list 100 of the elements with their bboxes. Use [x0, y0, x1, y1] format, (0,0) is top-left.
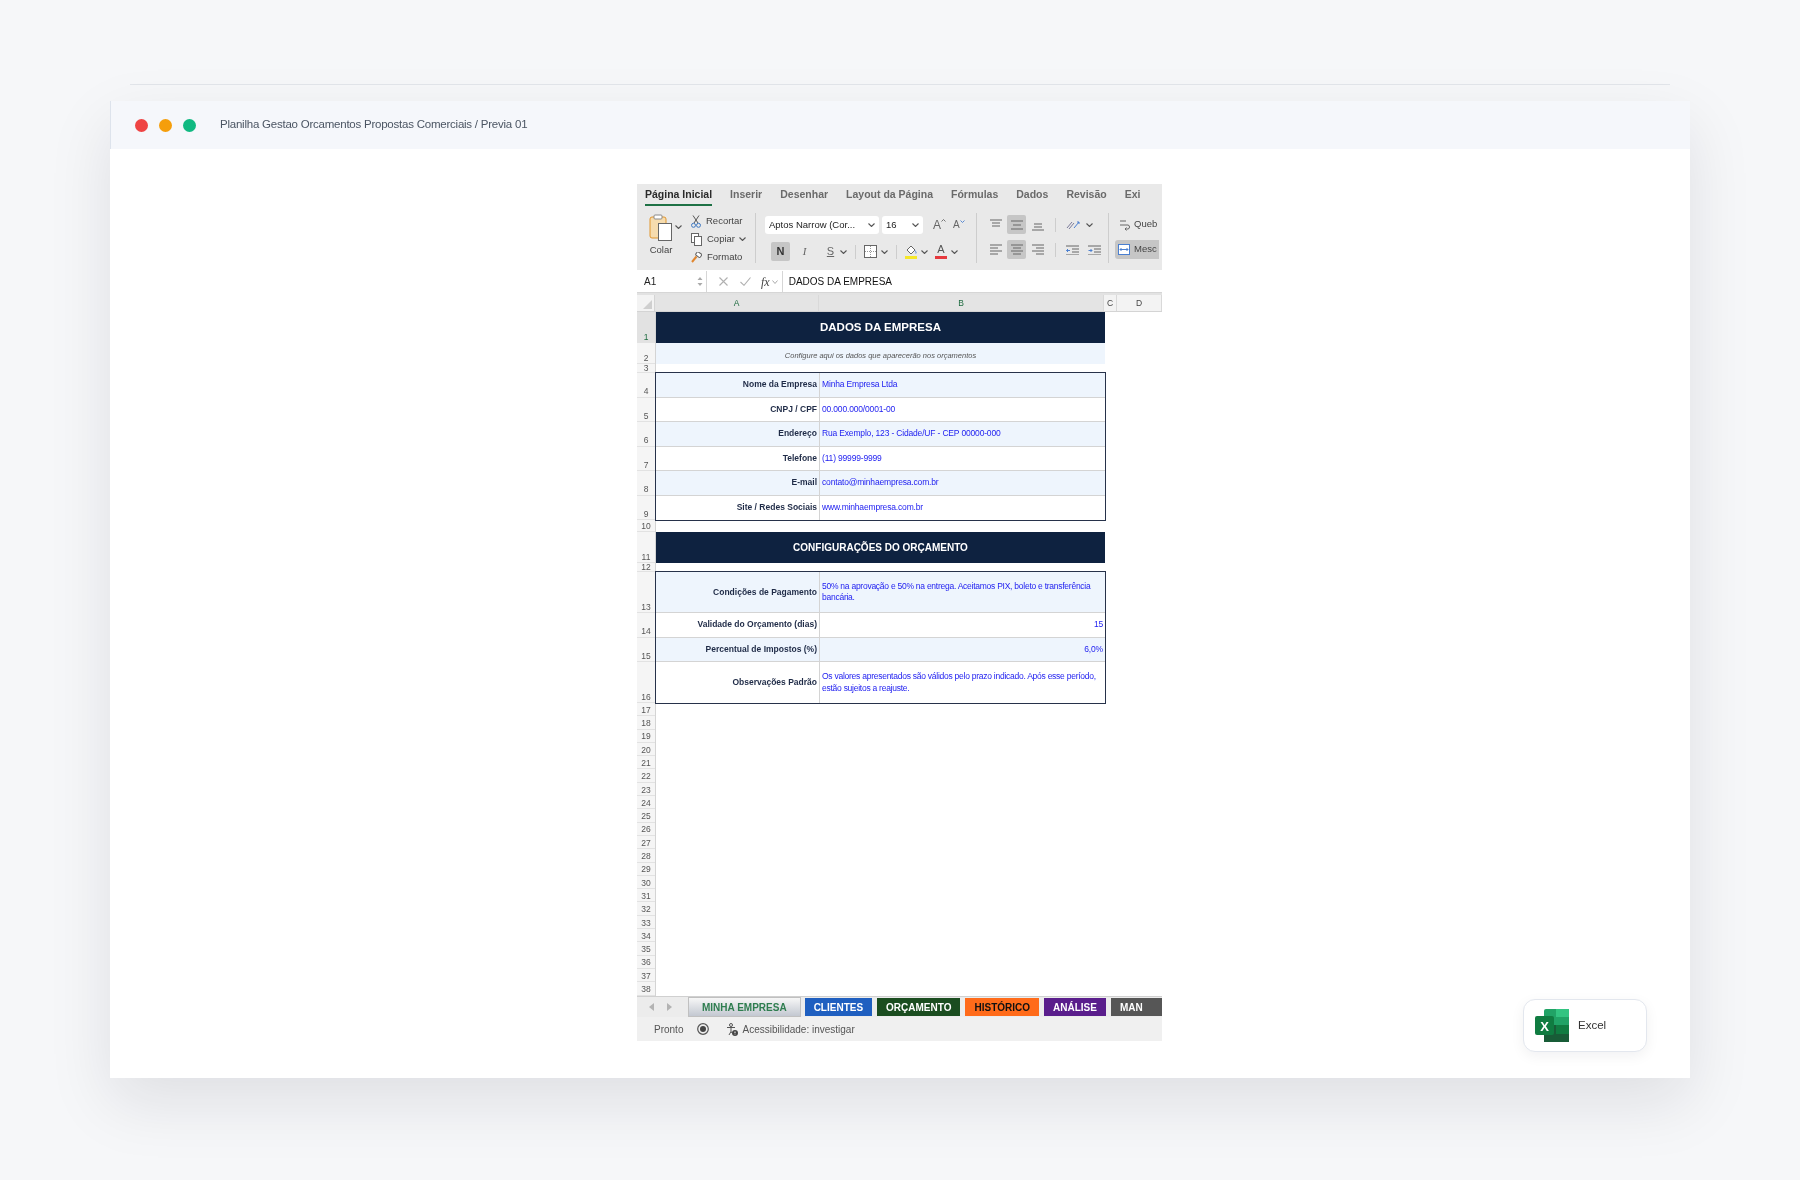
- maximize-button[interactable]: [183, 118, 196, 132]
- paste-options-button[interactable]: [675, 225, 682, 229]
- table-cell[interactable]: Condições de Pagamento: [656, 572, 820, 613]
- row-header[interactable]: 4: [637, 373, 655, 398]
- table-cell[interactable]: CNPJ / CPF: [656, 397, 820, 422]
- row-header[interactable]: 34: [637, 929, 655, 943]
- select-all-icon[interactable]: [643, 300, 652, 309]
- row-header[interactable]: 10: [637, 520, 655, 532]
- ribbon-tab[interactable]: Desenhar: [780, 184, 829, 206]
- table-cell[interactable]: 50% na aprovação e 50% na entrega. Aceitamos PIX, boleto e transferência bancária.: [820, 572, 1105, 613]
- column-header[interactable]: B: [819, 295, 1104, 311]
- row-header[interactable]: 26: [637, 822, 655, 836]
- table-cell[interactable]: Endereço: [656, 422, 820, 447]
- section-header[interactable]: DADOS DA EMPRESA: [656, 312, 1105, 343]
- table-cell[interactable]: 6,0%: [820, 637, 1105, 662]
- table-cell[interactable]: Nome da Empresa: [656, 373, 820, 398]
- row-header[interactable]: 6: [637, 422, 655, 447]
- row-header[interactable]: 27: [637, 835, 655, 850]
- borders-options-button[interactable]: [881, 249, 888, 254]
- column-header[interactable]: A: [655, 295, 819, 311]
- section-header[interactable]: CONFIGURAÇÕES DO ORÇAMENTO: [656, 532, 1105, 563]
- row-header[interactable]: 24: [637, 796, 655, 810]
- row-header[interactable]: 1: [637, 312, 655, 343]
- sheet-tab[interactable]: ORÇAMENTO: [877, 998, 961, 1016]
- font-color-button[interactable]: A: [935, 244, 947, 259]
- row-header[interactable]: 2: [637, 343, 655, 364]
- check-icon[interactable]: [740, 277, 751, 286]
- row-header[interactable]: 13: [637, 572, 655, 613]
- row-header[interactable]: 23: [637, 782, 655, 797]
- row-header[interactable]: 32: [637, 902, 655, 916]
- row-header[interactable]: 15: [637, 637, 655, 662]
- accessibility-button[interactable]: Acessibilidade: investigar: [726, 1021, 855, 1037]
- row-header[interactable]: 3: [637, 364, 655, 373]
- format-toggle-button[interactable]: N: [771, 242, 790, 261]
- row-header[interactable]: 16: [637, 662, 655, 703]
- merge-button[interactable]: Mesc: [1115, 240, 1159, 259]
- row-header[interactable]: 11: [637, 532, 655, 563]
- row-header[interactable]: 22: [637, 769, 655, 783]
- orientation-options-button[interactable]: [1086, 222, 1093, 227]
- row-header[interactable]: 14: [637, 613, 655, 638]
- table-cell[interactable]: Validade do Orçamento (dias): [656, 613, 820, 638]
- row-header[interactable]: 12: [637, 563, 655, 572]
- caret-icon[interactable]: [771, 279, 778, 284]
- shrink-font-button[interactable]: A: [953, 220, 965, 230]
- column-header[interactable]: C: [1104, 295, 1117, 311]
- ribbon-tab[interactable]: Fórmulas: [951, 184, 999, 206]
- table-cell[interactable]: Percentual de Impostos (%): [656, 637, 820, 662]
- minimize-button[interactable]: [159, 118, 172, 132]
- row-header[interactable]: 29: [637, 862, 655, 876]
- right-arrow-icon[interactable]: [667, 1003, 672, 1011]
- underline-options-button[interactable]: [840, 249, 847, 254]
- table-cell[interactable]: Minha Empresa Ltda: [820, 373, 1105, 398]
- sheet-tab[interactable]: MAN: [1110, 998, 1162, 1016]
- copy-options-button[interactable]: [739, 237, 746, 241]
- row-header[interactable]: 20: [637, 742, 655, 757]
- format-painter-button[interactable]: Formato: [691, 248, 746, 266]
- row-header[interactable]: 31: [637, 889, 655, 903]
- row-header[interactable]: 38: [637, 982, 655, 996]
- row-header[interactable]: 8: [637, 471, 655, 496]
- row-header[interactable]: 17: [637, 703, 655, 717]
- table-cell[interactable]: E-mail: [656, 471, 820, 496]
- table-cell[interactable]: contato@minhaempresa.com.br: [820, 471, 1105, 496]
- format-toggle-button[interactable]: S: [821, 242, 840, 261]
- font-color-options-button[interactable]: [951, 249, 958, 254]
- left-arrow-icon[interactable]: [649, 1003, 654, 1011]
- column-header[interactable]: D: [1117, 295, 1162, 311]
- sheet-tab[interactable]: ANÁLISE: [1044, 998, 1106, 1016]
- row-header[interactable]: 33: [637, 915, 655, 930]
- vertical-align-button[interactable]: [1007, 215, 1026, 234]
- row-header[interactable]: 35: [637, 942, 655, 956]
- row-header[interactable]: 9: [637, 495, 655, 520]
- ribbon-tab[interactable]: Revisão: [1066, 184, 1107, 206]
- table-cell[interactable]: Rua Exemplo, 123 - Cidade/UF - CEP 00000-000: [820, 422, 1105, 447]
- table-cell[interactable]: Telefone: [656, 446, 820, 471]
- row-header[interactable]: 19: [637, 729, 655, 743]
- ribbon-tab[interactable]: Exi: [1124, 184, 1141, 206]
- record-icon[interactable]: [697, 1023, 710, 1035]
- ribbon-tab[interactable]: Layout da Página: [846, 184, 933, 206]
- ribbon-tab[interactable]: Inserir: [730, 184, 763, 206]
- fill-color-options-button[interactable]: [921, 249, 928, 254]
- insert-function-button[interactable]: fx: [761, 275, 770, 288]
- sheet-tab[interactable]: MINHA EMPRESA: [689, 998, 800, 1016]
- paste-button[interactable]: Colar: [648, 214, 674, 255]
- copy-button[interactable]: Copiar: [691, 230, 735, 248]
- row-header[interactable]: 18: [637, 716, 655, 730]
- wrap-text-button[interactable]: Queb: [1115, 215, 1159, 234]
- row-header[interactable]: 25: [637, 809, 655, 823]
- sheet-tab[interactable]: HISTÓRICO: [965, 998, 1040, 1016]
- row-header[interactable]: 37: [637, 968, 655, 983]
- row-header[interactable]: 7: [637, 446, 655, 471]
- font-size-dropdown[interactable]: 16: [882, 216, 923, 234]
- row-header[interactable]: 21: [637, 756, 655, 770]
- row-header[interactable]: 30: [637, 875, 655, 890]
- app-badge[interactable]: X Excel: [1523, 999, 1647, 1052]
- cancel-icon[interactable]: [719, 277, 728, 286]
- cut-button[interactable]: Recortar: [691, 212, 746, 230]
- font-name-dropdown[interactable]: Aptos Narrow (Cor...: [765, 216, 879, 234]
- format-toggle-button[interactable]: I: [795, 242, 814, 261]
- close-button[interactable]: [135, 118, 148, 132]
- decrease-indent-icon[interactable]: [1066, 244, 1079, 255]
